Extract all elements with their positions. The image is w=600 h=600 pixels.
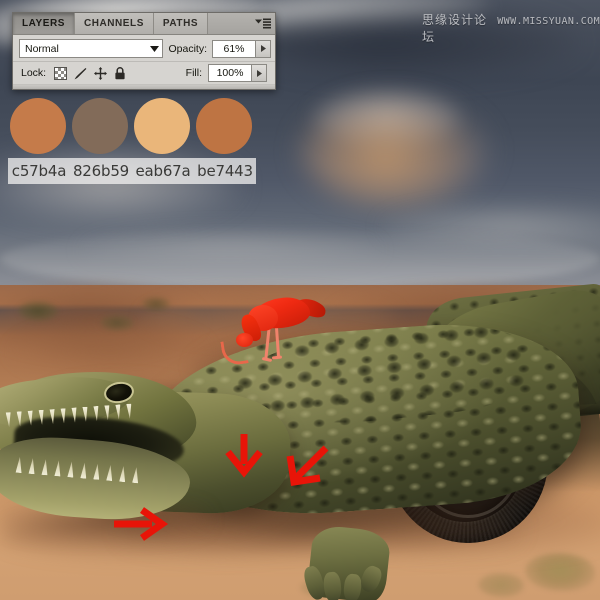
panel-tab-bar: LAYERS CHANNELS PATHS bbox=[13, 13, 275, 35]
desert-shrub bbox=[100, 315, 134, 331]
fill-label: Fill: bbox=[185, 67, 202, 79]
lock-position-move-icon[interactable] bbox=[93, 66, 107, 80]
desert-shrub bbox=[18, 301, 58, 321]
color-swatch[interactable]: eab67a bbox=[132, 98, 194, 184]
dark-cloud bbox=[250, 6, 580, 76]
warm-orange-cloud bbox=[300, 95, 490, 205]
swatch-hex-label-2: 826b59 bbox=[70, 158, 132, 184]
swatch-circle-1[interactable] bbox=[10, 98, 66, 154]
lock-image-brush-icon[interactable] bbox=[73, 66, 87, 80]
move-arrows-glyph bbox=[93, 66, 107, 80]
panel-bottom-edge bbox=[13, 84, 275, 89]
fill-input[interactable]: 100% bbox=[208, 64, 252, 82]
layers-panel[interactable]: LAYERS CHANNELS PATHS Normal Opacity: 61… bbox=[12, 12, 276, 90]
padlock-glyph bbox=[115, 66, 125, 79]
tab-layers[interactable]: LAYERS bbox=[13, 13, 75, 34]
blend-mode-dropdown[interactable]: Normal bbox=[19, 39, 164, 58]
tab-paths[interactable]: PATHS bbox=[153, 13, 209, 34]
swatch-circle-3[interactable] bbox=[134, 98, 190, 154]
lock-transparency-icon[interactable] bbox=[53, 66, 67, 80]
opacity-input[interactable]: 61% bbox=[212, 39, 256, 58]
triangle-right-icon bbox=[256, 69, 262, 77]
color-swatch[interactable]: be7443 bbox=[194, 98, 256, 184]
swatch-circle-2[interactable] bbox=[72, 98, 128, 154]
chevron-down-icon bbox=[150, 45, 160, 52]
color-swatch-strip: c57b4a 826b59 eab67a be7443 bbox=[8, 98, 256, 184]
opacity-stepper-button[interactable] bbox=[256, 39, 271, 58]
desert-shrub bbox=[478, 573, 524, 597]
annotation-arrow-right bbox=[114, 507, 169, 541]
panel-menu-icon[interactable] bbox=[251, 13, 275, 34]
swatch-hex-label-1: c57b4a bbox=[8, 158, 70, 184]
opacity-label: Opacity: bbox=[168, 42, 207, 55]
color-swatch[interactable]: 826b59 bbox=[70, 98, 132, 184]
fill-stepper-button[interactable] bbox=[252, 64, 267, 82]
triangle-right-icon bbox=[260, 45, 266, 52]
blend-mode-value: Normal bbox=[25, 42, 59, 55]
horizon-haze bbox=[0, 228, 600, 290]
screenshot-canvas: 思缘设计论坛 WWW.MISSYUAN.COM LAYERS CHANNELS … bbox=[0, 0, 600, 600]
checkerboard-glyph bbox=[53, 66, 67, 80]
swatch-hex-label-3: eab67a bbox=[132, 158, 194, 184]
swatch-circle-4[interactable] bbox=[196, 98, 252, 154]
desert-shrub bbox=[525, 553, 595, 591]
tab-bar-filler bbox=[208, 13, 251, 34]
desert-shrub bbox=[142, 297, 170, 311]
swatch-hex-label-4: be7443 bbox=[194, 158, 256, 184]
tab-channels[interactable]: CHANNELS bbox=[74, 13, 154, 34]
color-swatch[interactable]: c57b4a bbox=[8, 98, 70, 184]
blend-and-opacity-row: Normal Opacity: 61% bbox=[13, 35, 275, 61]
panel-menu-glyph bbox=[255, 18, 271, 29]
annotation-arrow-down bbox=[225, 434, 263, 478]
brush-glyph bbox=[74, 67, 87, 79]
lock-all-padlock-icon[interactable] bbox=[113, 66, 127, 80]
lock-row: Lock: Fill: 100% bbox=[13, 61, 275, 84]
annotation-arrow-diagonal bbox=[286, 445, 329, 486]
lock-label: Lock: bbox=[21, 67, 47, 79]
